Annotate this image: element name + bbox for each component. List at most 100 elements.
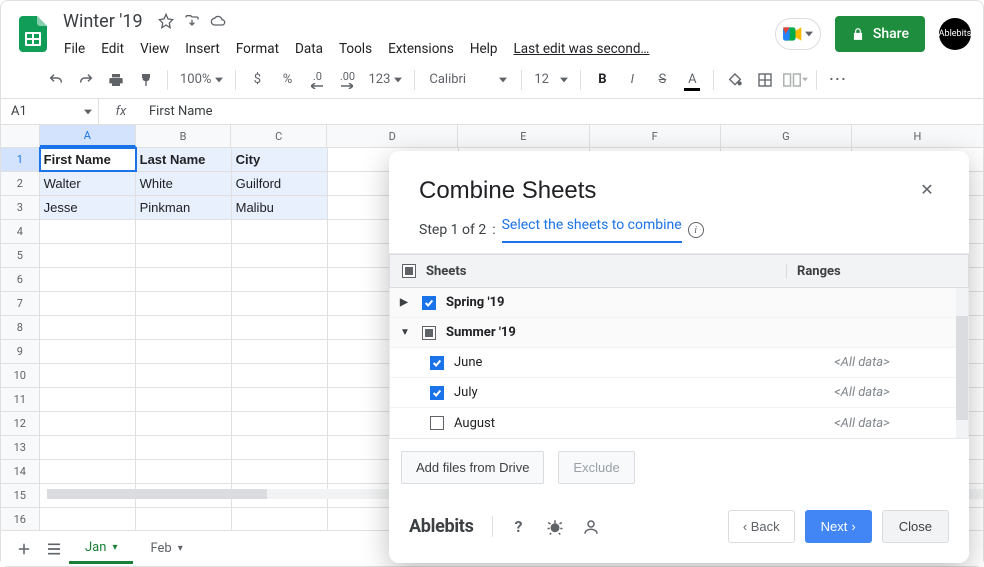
cell[interactable] bbox=[40, 268, 136, 291]
expand-icon[interactable]: ▶ bbox=[400, 297, 412, 308]
row-header[interactable]: 12 bbox=[1, 412, 40, 435]
cell[interactable]: Guilford bbox=[232, 172, 328, 195]
cell[interactable] bbox=[40, 292, 136, 315]
row-header[interactable]: 15 bbox=[1, 484, 40, 507]
doc-title[interactable]: Winter '19 bbox=[57, 9, 149, 34]
cell[interactable] bbox=[40, 364, 136, 387]
cell[interactable] bbox=[136, 388, 232, 411]
share-button[interactable]: Share bbox=[835, 16, 925, 52]
cell[interactable] bbox=[40, 436, 136, 459]
tree-item-august[interactable]: August <All data> bbox=[390, 408, 956, 438]
close-button[interactable]: Close bbox=[882, 510, 949, 543]
col-header-c[interactable]: C bbox=[231, 125, 327, 147]
row-header[interactable]: 8 bbox=[1, 316, 40, 339]
cell[interactable] bbox=[136, 364, 232, 387]
cell[interactable] bbox=[40, 412, 136, 435]
cell[interactable] bbox=[40, 340, 136, 363]
cell[interactable]: Walter bbox=[40, 172, 136, 195]
star-icon[interactable] bbox=[157, 12, 175, 30]
sheet-tab-jan[interactable]: Jan▾ bbox=[69, 531, 134, 567]
row-header[interactable]: 6 bbox=[1, 268, 40, 291]
redo-button[interactable] bbox=[73, 67, 99, 93]
format-percent-button[interactable]: % bbox=[274, 67, 300, 93]
row-header[interactable]: 7 bbox=[1, 292, 40, 315]
cell[interactable] bbox=[136, 460, 232, 483]
cell[interactable] bbox=[40, 508, 136, 531]
cell[interactable] bbox=[232, 412, 328, 435]
text-color-button[interactable]: A bbox=[679, 67, 705, 93]
cell[interactable] bbox=[232, 244, 328, 267]
cell[interactable]: Jesse bbox=[40, 196, 136, 219]
row-header[interactable]: 4 bbox=[1, 220, 40, 243]
cell[interactable]: Pinkman bbox=[136, 196, 232, 219]
cell[interactable] bbox=[136, 340, 232, 363]
zoom-select[interactable]: 100% bbox=[176, 72, 227, 87]
tree-item-july[interactable]: July <All data> bbox=[390, 378, 956, 408]
close-icon[interactable]: ✕ bbox=[915, 177, 939, 201]
print-button[interactable] bbox=[103, 67, 129, 93]
cell[interactable] bbox=[136, 220, 232, 243]
row-header[interactable]: 5 bbox=[1, 244, 40, 267]
row-header[interactable]: 2 bbox=[1, 172, 40, 195]
checkbox[interactable] bbox=[430, 356, 444, 370]
tree-item-june[interactable]: June <All data> bbox=[390, 348, 956, 378]
meet-button[interactable] bbox=[775, 18, 821, 50]
cell[interactable] bbox=[232, 388, 328, 411]
menu-help[interactable]: Help bbox=[463, 37, 505, 61]
cell[interactable] bbox=[40, 388, 136, 411]
cell[interactable]: First Name bbox=[40, 148, 136, 171]
col-header-d[interactable]: D bbox=[327, 125, 458, 147]
cell[interactable] bbox=[232, 292, 328, 315]
exclude-button[interactable]: Exclude bbox=[558, 451, 634, 484]
info-icon[interactable]: i bbox=[688, 222, 704, 238]
menu-file[interactable]: File bbox=[57, 37, 92, 61]
merge-button[interactable] bbox=[782, 67, 808, 93]
cell[interactable] bbox=[136, 244, 232, 267]
italic-button[interactable]: I bbox=[619, 67, 645, 93]
avatar[interactable]: Ablebits bbox=[939, 18, 971, 50]
cell[interactable] bbox=[232, 460, 328, 483]
cell[interactable] bbox=[40, 316, 136, 339]
col-header-h[interactable]: H bbox=[852, 125, 983, 147]
cell[interactable]: Last Name bbox=[136, 148, 232, 171]
collapse-icon[interactable]: ▼ bbox=[400, 327, 412, 338]
menu-tools[interactable]: Tools bbox=[332, 37, 379, 61]
menu-extensions[interactable]: Extensions bbox=[381, 37, 461, 61]
cloud-icon[interactable] bbox=[209, 12, 227, 30]
cell[interactable] bbox=[136, 316, 232, 339]
cell[interactable] bbox=[40, 220, 136, 243]
step-link[interactable]: Select the sheets to combine bbox=[502, 217, 682, 243]
cell[interactable] bbox=[136, 508, 232, 531]
cell[interactable] bbox=[232, 268, 328, 291]
col-header-b[interactable]: B bbox=[136, 125, 232, 147]
cell[interactable] bbox=[232, 316, 328, 339]
checkbox[interactable] bbox=[422, 326, 436, 340]
font-size-select[interactable]: 12 bbox=[530, 72, 572, 87]
col-header-a[interactable]: A bbox=[40, 125, 136, 147]
menu-data[interactable]: Data bbox=[288, 37, 330, 61]
back-button[interactable]: ‹ Back bbox=[728, 510, 795, 543]
cell[interactable]: City bbox=[232, 148, 328, 171]
all-sheets-button[interactable] bbox=[39, 534, 69, 564]
row-header[interactable]: 3 bbox=[1, 196, 40, 219]
menu-insert[interactable]: Insert bbox=[178, 37, 227, 61]
move-icon[interactable] bbox=[183, 12, 201, 30]
user-icon[interactable] bbox=[581, 517, 601, 537]
sheets-logo[interactable] bbox=[13, 14, 53, 54]
menu-view[interactable]: View bbox=[133, 37, 176, 61]
number-format-select[interactable]: 123 bbox=[364, 72, 406, 87]
undo-button[interactable] bbox=[43, 67, 69, 93]
formula-input[interactable]: First Name bbox=[143, 99, 983, 124]
row-header[interactable]: 13 bbox=[1, 436, 40, 459]
fill-color-button[interactable] bbox=[722, 67, 748, 93]
row-header[interactable]: 1 bbox=[1, 148, 40, 171]
cell[interactable] bbox=[136, 436, 232, 459]
borders-button[interactable] bbox=[752, 67, 778, 93]
cell[interactable] bbox=[232, 364, 328, 387]
format-currency-button[interactable]: $ bbox=[244, 67, 270, 93]
decrease-decimal-button[interactable]: .0 bbox=[304, 67, 330, 93]
cell[interactable] bbox=[136, 268, 232, 291]
col-header-g[interactable]: G bbox=[721, 125, 852, 147]
increase-decimal-button[interactable]: .00 bbox=[334, 67, 360, 93]
checkbox[interactable] bbox=[422, 296, 436, 310]
